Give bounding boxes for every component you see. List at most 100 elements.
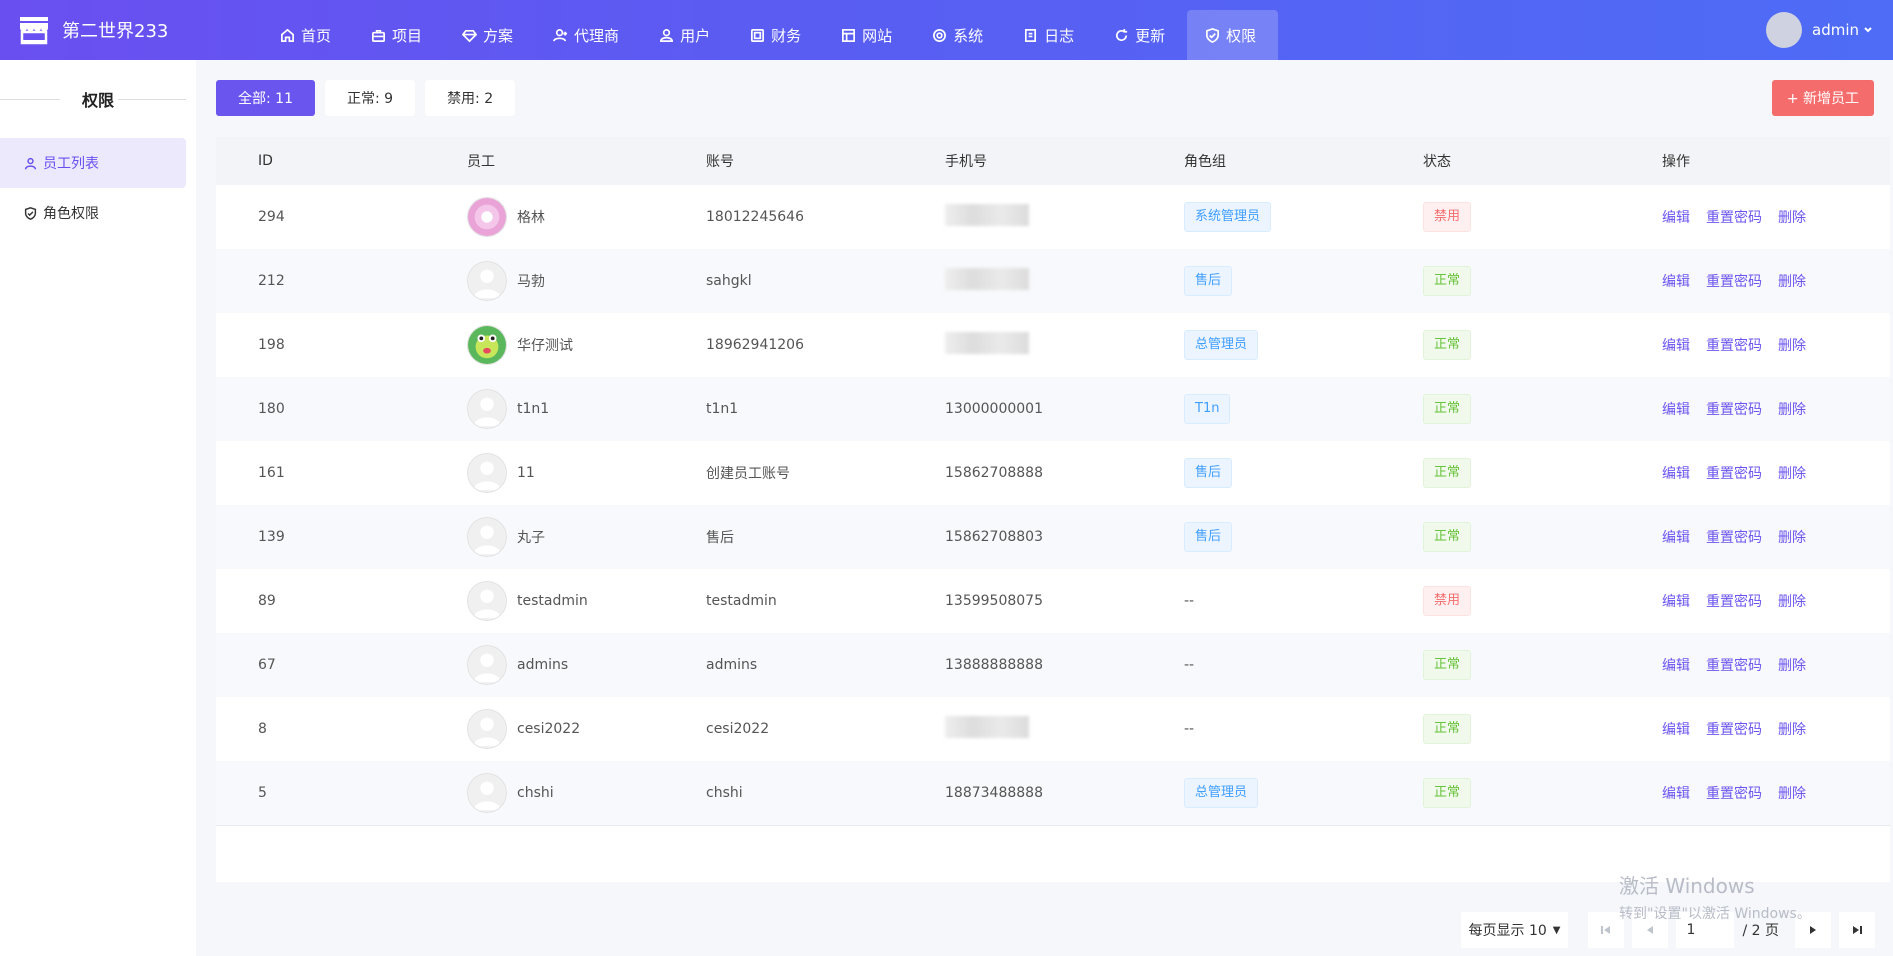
caret-down-icon: ▼: [1552, 924, 1561, 936]
role-cell: 系统管理员: [1184, 202, 1272, 232]
brand[interactable]: 第二世界233: [18, 12, 168, 48]
nav-item-label: 权限: [1226, 26, 1257, 45]
delete-button[interactable]: 删除: [1778, 594, 1806, 610]
employee-cell: 11: [467, 453, 535, 493]
reset-password-button[interactable]: 重置密码: [1706, 274, 1762, 290]
nav-item-label: 代理商: [574, 26, 620, 45]
reset-password-button[interactable]: 重置密码: [1706, 466, 1762, 482]
briefcase-icon: [372, 29, 385, 42]
delete-button[interactable]: 删除: [1778, 274, 1806, 290]
nav-item-agents[interactable]: 代理商: [535, 10, 641, 60]
account-cell: 18962941206: [706, 337, 804, 353]
edit-button[interactable]: 编辑: [1662, 210, 1690, 226]
role-tag: T1n: [1184, 394, 1231, 424]
phone-cell: [945, 716, 1029, 742]
avatar: [467, 773, 507, 813]
table-row: 139 丸子 售后 15862708803 售后 正常 编辑 重置密码 删除: [216, 505, 1890, 569]
role-cell: --: [1184, 721, 1195, 737]
edit-button[interactable]: 编辑: [1662, 658, 1690, 674]
brand-title: 第二世界233: [62, 21, 169, 42]
nav-item-home[interactable]: 首页: [262, 10, 353, 60]
next-page-icon: [1810, 926, 1816, 934]
status-cell: 正常: [1423, 394, 1472, 424]
total-pages: / 2 页: [1742, 923, 1779, 939]
status-badge: 正常: [1423, 266, 1472, 296]
status-cell: 正常: [1423, 330, 1472, 360]
status-badge: 正常: [1423, 458, 1472, 488]
reset-password-button[interactable]: 重置密码: [1706, 402, 1762, 418]
reset-password-button[interactable]: 重置密码: [1706, 530, 1762, 546]
edit-button[interactable]: 编辑: [1662, 786, 1690, 802]
user-name: admin: [1812, 21, 1859, 39]
reset-password-button[interactable]: 重置密码: [1706, 210, 1762, 226]
delete-button[interactable]: 删除: [1778, 402, 1806, 418]
status-cell: 正常: [1423, 458, 1472, 488]
user-menu[interactable]: admin: [1766, 12, 1873, 48]
role-tag: 总管理员: [1184, 778, 1259, 808]
role-cell: 售后: [1184, 522, 1233, 552]
table-row: 161 11 创建员工账号 15862708888 售后 正常 编辑 重置密码 删除: [216, 441, 1890, 505]
nav-item-update[interactable]: 更新: [1096, 10, 1187, 60]
sidebar-item-staff-list[interactable]: 员工列表: [0, 138, 186, 188]
nav-item-projects[interactable]: 项目: [353, 10, 444, 60]
nav-item-system[interactable]: 系统: [914, 10, 1005, 60]
edit-button[interactable]: 编辑: [1662, 274, 1690, 290]
shield-icon: [1206, 27, 1220, 43]
filter-normal-button[interactable]: 正常: 9: [324, 80, 416, 116]
nav-item-plans[interactable]: 方案: [444, 10, 535, 60]
reset-password-button[interactable]: 重置密码: [1706, 722, 1762, 738]
page-size-label: 每页显示 10: [1468, 923, 1547, 939]
nav-item-website[interactable]: 网站: [823, 10, 914, 60]
table-row: 294 格林 18012245646 系统管理员 禁用 编辑 重置密码 删除: [216, 185, 1890, 249]
filter-disabled-button[interactable]: 禁用: 2: [425, 80, 516, 116]
nav-item-label: 用户: [680, 26, 711, 45]
avatar[interactable]: [1766, 12, 1802, 48]
id-cell: 161: [258, 465, 285, 481]
reset-password-button[interactable]: 重置密码: [1706, 786, 1762, 802]
phone-cell: 13599508075: [945, 593, 1043, 609]
avatar: [467, 581, 507, 621]
account-cell: cesi2022: [706, 721, 770, 737]
status-cell: 禁用: [1423, 586, 1472, 616]
delete-button[interactable]: 删除: [1778, 338, 1806, 354]
status-badge: 正常: [1423, 714, 1472, 744]
filter-all-button[interactable]: 全部: 11: [216, 80, 315, 116]
add-staff-button[interactable]: + 新增员工: [1771, 80, 1874, 116]
status-cell: 正常: [1423, 266, 1472, 296]
delete-button[interactable]: 删除: [1778, 786, 1806, 802]
nav-item-users[interactable]: 用户: [641, 10, 732, 60]
edit-button[interactable]: 编辑: [1662, 338, 1690, 354]
nav-item-finance[interactable]: 财务: [732, 10, 823, 60]
nav-item-logs[interactable]: 日志: [1005, 10, 1096, 60]
page-size-select[interactable]: 每页显示 10 ▼: [1460, 912, 1569, 948]
edit-button[interactable]: 编辑: [1662, 594, 1690, 610]
user-plus-icon: [553, 28, 568, 41]
delete-button[interactable]: 删除: [1778, 722, 1806, 738]
table-row: 212 马勃 sahgkl 售后 正常 编辑 重置密码 删除: [216, 249, 1890, 313]
table-row: 5 chshi chshi 18873488888 总管理员 正常 编辑 重置密码 删除: [216, 761, 1890, 825]
edit-button[interactable]: 编辑: [1662, 530, 1690, 546]
id-cell: 294: [258, 209, 285, 225]
edit-button[interactable]: 编辑: [1662, 466, 1690, 482]
actions-cell: 编辑 重置密码 删除: [1662, 783, 1822, 803]
delete-button[interactable]: 删除: [1778, 658, 1806, 674]
edit-button[interactable]: 编辑: [1662, 402, 1690, 418]
actions-cell: 编辑 重置密码 删除: [1662, 399, 1822, 419]
nav-item-label: 日志: [1044, 26, 1075, 45]
edit-button[interactable]: 编辑: [1662, 722, 1690, 738]
delete-button[interactable]: 删除: [1778, 210, 1806, 226]
reset-password-button[interactable]: 重置密码: [1706, 658, 1762, 674]
sidebar-item-role-permissions[interactable]: 角色权限: [0, 188, 186, 238]
delete-button[interactable]: 删除: [1778, 530, 1806, 546]
account-cell: 售后: [706, 530, 734, 546]
delete-button[interactable]: 删除: [1778, 466, 1806, 482]
reset-password-button[interactable]: 重置密码: [1706, 594, 1762, 610]
reset-password-button[interactable]: 重置密码: [1706, 338, 1762, 354]
nav-item-permissions[interactable]: 权限: [1187, 10, 1279, 60]
account-cell: chshi: [706, 785, 743, 801]
last-page-button[interactable]: [1839, 912, 1875, 948]
account-cell: admins: [706, 657, 758, 673]
role-cell: 总管理员: [1184, 330, 1259, 360]
blurred-phone: [945, 204, 1029, 226]
employee-cell: 马勃: [467, 261, 545, 301]
